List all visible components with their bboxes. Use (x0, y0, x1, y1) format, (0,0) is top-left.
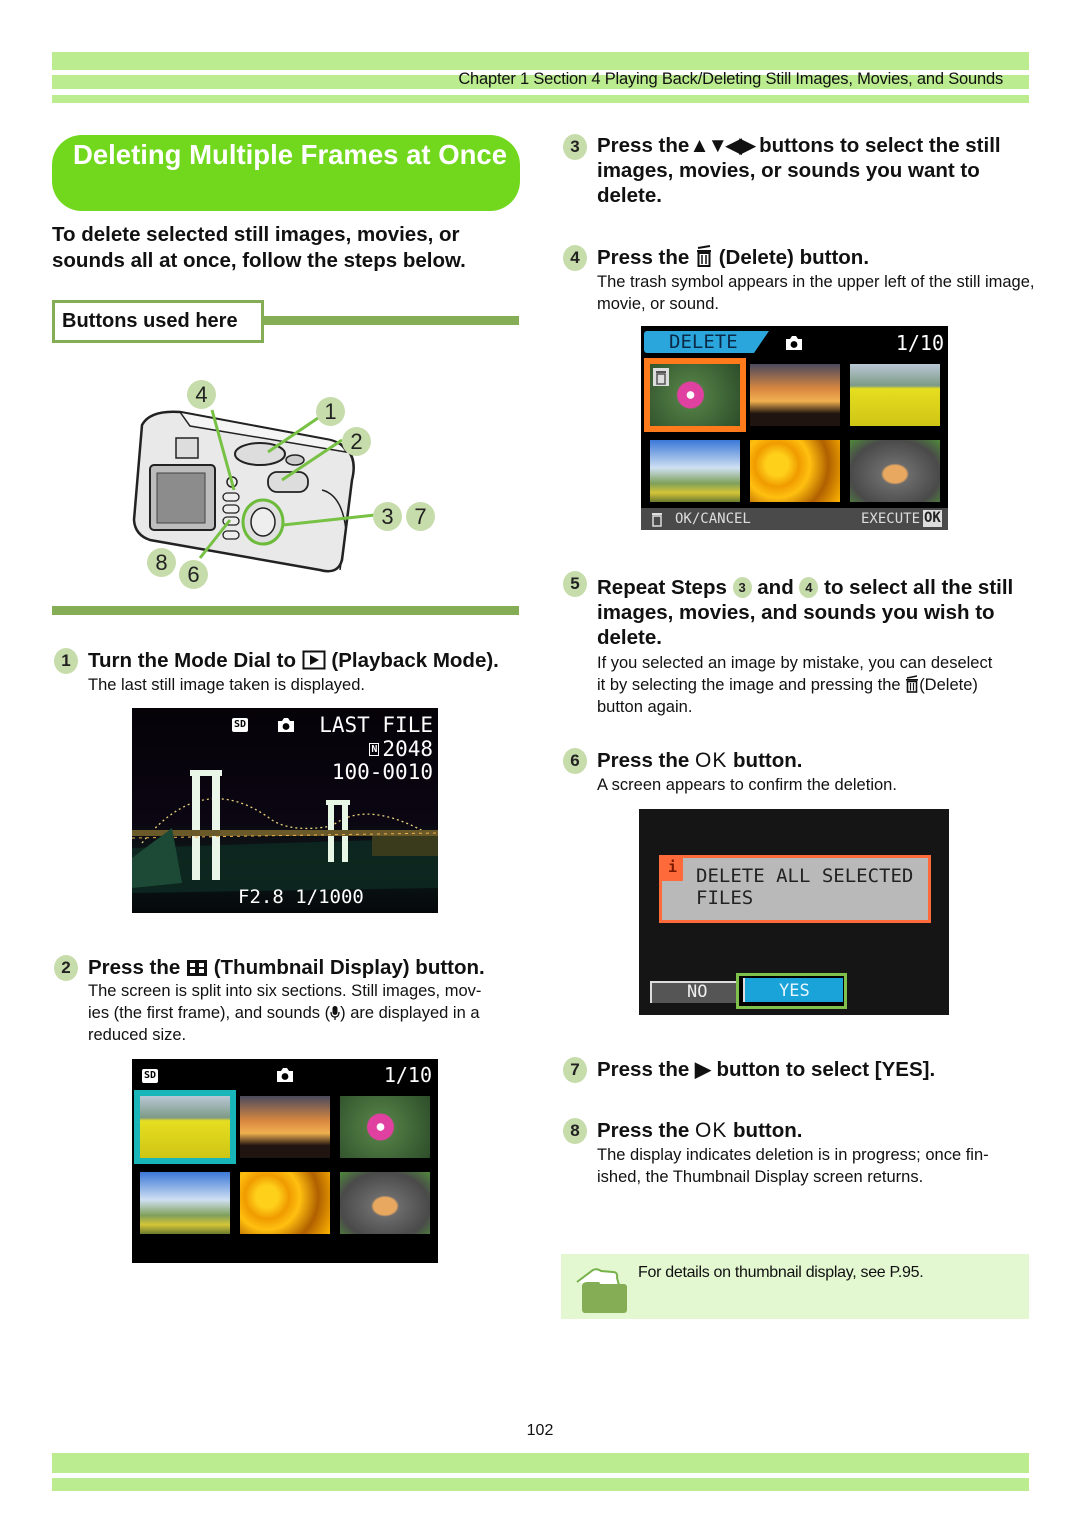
step-2-heading: Press the (Thumbnail Display) button. (88, 956, 485, 979)
callout-2: 2 (342, 427, 371, 456)
thumbnail-display-icon (187, 960, 207, 976)
callout-7: 7 (406, 502, 435, 531)
step-8-body: The display indicates deletion is in pro… (597, 1146, 989, 1186)
trash-icon (906, 675, 919, 693)
step-6-body: A screen appears to confirm the deletion… (597, 776, 897, 794)
delete-confirm-screen: i DELETE ALL SELECTED FILES NO YES (639, 809, 949, 1015)
thumbnail-sunset[interactable] (240, 1096, 330, 1158)
yes-button-label: YES (779, 981, 810, 1001)
ok-button-label: OK (695, 1119, 728, 1142)
buttons-used-label: Buttons used here (62, 310, 238, 332)
buttons-used-rule (263, 316, 519, 325)
frame-counter: 1/10 (383, 1063, 432, 1087)
buttons-used-box: Buttons used here (52, 300, 264, 343)
frame-counter: 1/10 (895, 331, 944, 355)
confirm-message: DELETE ALL SELECTED FILES (696, 865, 914, 909)
step-4-heading: Press the (Delete) button. (597, 245, 870, 269)
step-5-number: 5 (563, 571, 587, 597)
thumbnail-rapeseed-field[interactable] (850, 364, 940, 426)
no-button-label: NO (687, 982, 708, 1002)
callout-1: 1 (316, 397, 345, 426)
camera-mode-icon (786, 336, 802, 350)
thumbnail-sky-field[interactable] (650, 440, 740, 502)
ok-button-label: OK (695, 749, 728, 772)
chapter-title: Chapter 1 Section 4 Playing Back/Deletin… (458, 70, 1003, 88)
step-4-number: 4 (563, 245, 587, 271)
callout-4: 4 (187, 380, 216, 409)
execute-hint: EXECUTE (861, 511, 921, 527)
step-1-body: The last still image taken is displayed. (88, 676, 365, 694)
step-3-number: 3 (563, 134, 587, 160)
section-rule (52, 606, 519, 615)
footer-band-top (52, 1453, 1029, 1473)
right-arrow-icon: ▶ (695, 1058, 711, 1081)
trash-mark-icon (653, 368, 669, 386)
step-6-number: 6 (563, 748, 587, 774)
step-7-number: 7 (563, 1057, 587, 1083)
step-2-number: 2 (54, 955, 78, 981)
step-1-heading: Turn the Mode Dial to (Playback Mode). (88, 649, 499, 672)
step-1-number: 1 (54, 648, 78, 674)
step-5-body: If you selected an image by mistake, you… (597, 654, 993, 716)
ok-key-badge: OK (923, 510, 942, 527)
header-band-top (52, 52, 1029, 70)
microphone-icon (330, 1006, 340, 1020)
camera-mode-icon (278, 718, 294, 732)
thumbnail-screen: SD 1/10 (132, 1059, 438, 1263)
callout-6: 6 (179, 560, 208, 589)
normal-quality-badge: N (369, 743, 380, 756)
step-2-body: The screen is split into six sections. S… (88, 982, 482, 1044)
trash-icon (652, 513, 662, 527)
folder-icon (576, 1268, 627, 1313)
thumbnail-rapeseed-field[interactable] (140, 1096, 230, 1158)
exposure-readout: F2.8 1/1000 (238, 886, 364, 908)
step-ref-3: 3 (732, 577, 752, 598)
step-4-body: The trash symbol appears in the upper le… (597, 273, 1035, 313)
thumbnail-cat[interactable] (340, 1172, 430, 1234)
section-intro: To delete selected still images, movies,… (52, 223, 466, 272)
thumbnail-sunset[interactable] (750, 364, 840, 426)
file-number: 100-0010 (331, 760, 433, 784)
callout-3: 3 (373, 502, 402, 531)
step-ref-4: 4 (799, 577, 819, 598)
step-8-heading: Press the OK button. (597, 1119, 803, 1142)
last-file-label: LAST FILE (319, 713, 433, 737)
arrow-buttons-icon: ▲▼◀▶ (689, 134, 755, 157)
thumbnail-sky-field[interactable] (140, 1172, 230, 1234)
step-6-heading: Press the OK button. (597, 749, 803, 772)
sd-card-badge: SD (232, 718, 249, 732)
playback-screen: SD LAST FILE N 2048 100-0010 F2.8 1/1000 (132, 708, 438, 913)
callout-8: 8 (147, 548, 176, 577)
header-band-bottom (52, 95, 1029, 103)
thumbnail-cat[interactable] (850, 440, 940, 502)
step-3-heading: Press the▲▼◀▶ buttons to select the stil… (597, 134, 1001, 207)
step-7-heading: Press the ▶ button to select [YES]. (597, 1058, 936, 1081)
delete-selection-screen: DELETE 1/10 OK/CANCEL EXECUTE OK (641, 326, 948, 530)
info-icon: i (668, 858, 678, 876)
thumbnail-flower[interactable] (340, 1096, 430, 1158)
footer-band-bottom (52, 1478, 1029, 1491)
thumbnail-marigolds[interactable] (240, 1172, 330, 1234)
playback-icon (302, 650, 326, 670)
reference-note-text: For details on thumbnail display, see P.… (638, 1264, 924, 1281)
delete-mode-label: DELETE (669, 331, 738, 353)
reference-note: For details on thumbnail display, see P.… (561, 1254, 1029, 1319)
sd-card-badge: SD (142, 1069, 159, 1083)
ok-cancel-hint: OK/CANCEL (675, 511, 751, 527)
trash-icon (697, 245, 711, 267)
image-size-readout: N 2048 (369, 737, 433, 761)
page-number: 102 (526, 1422, 554, 1439)
section-title: Deleting Multiple Frames at Once (73, 139, 507, 170)
camera-mode-icon (277, 1068, 293, 1082)
thumbnail-marigolds[interactable] (750, 440, 840, 502)
step-8-number: 8 (563, 1118, 587, 1144)
section-title-banner: Deleting Multiple Frames at Once (52, 135, 520, 211)
step-5-heading: Repeat Steps 3 and 4 to select all the s… (597, 576, 1014, 649)
